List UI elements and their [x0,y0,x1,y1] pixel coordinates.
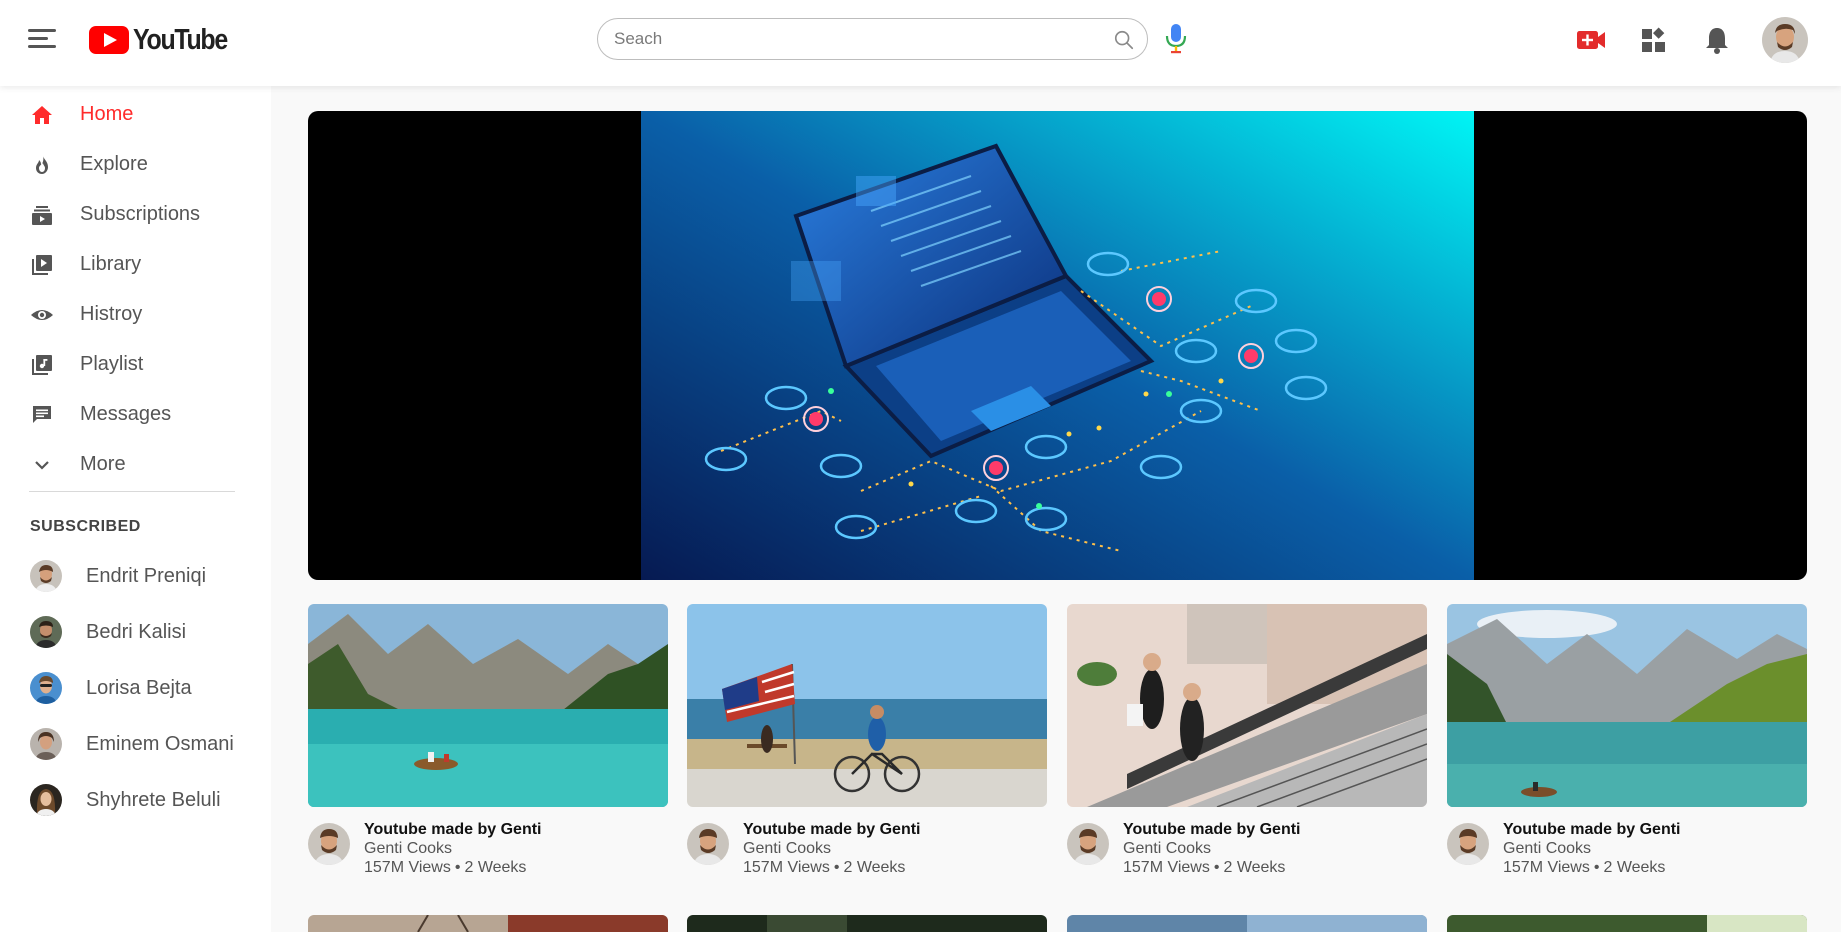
chat-icon [33,406,51,423]
apps-icon[interactable] [1638,24,1670,56]
avatar [30,672,62,704]
playlist-icon [32,355,52,375]
sidebar-item-label: Histroy [80,303,143,325]
sidebar-item-label: Explore [80,153,148,175]
subscription-item[interactable]: Bedri Kalisi [0,605,271,659]
sidebar-item-label: Home [80,103,134,125]
sidebar-item-messages[interactable]: Messages [0,390,271,440]
subscription-item[interactable]: Endrit Preniqi [0,549,271,603]
channel-name[interactable]: Genti Cooks [364,840,452,858]
channel-avatar[interactable] [1447,823,1489,865]
channel-avatar[interactable] [308,823,350,865]
avatar [30,616,62,648]
chevron-down-icon [35,461,49,470]
avatar [30,784,62,816]
video-thumbnail[interactable] [308,604,668,807]
video-meta: 157M Views • 2 Weeks [1503,859,1665,877]
video-thumbnail[interactable] [1067,915,1427,932]
logo-text: YouTube [133,23,228,56]
microphone-icon[interactable] [1163,22,1189,54]
video-meta: 157M Views • 2 Weeks [364,859,526,877]
channel-name[interactable]: Genti Cooks [1123,840,1211,858]
play-logo-icon [89,26,129,54]
sidebar-item-label: Playlist [80,353,144,375]
subscription-name: Eminem Osmani [86,733,234,755]
video-title[interactable]: Youtube made by Genti [743,821,921,839]
view-count: 157M Views [743,859,830,876]
sidebar-item-playlist[interactable]: Playlist [0,340,271,390]
upload-age: 2 Weeks [843,859,906,876]
view-count: 157M Views [1503,859,1590,876]
subscription-name: Bedri Kalisi [86,621,187,643]
user-avatar[interactable] [1762,17,1808,63]
video-thumbnail[interactable] [1447,604,1807,807]
subscription-name: Shyhrete Beluli [86,789,221,811]
sidebar-item-library[interactable]: Library [0,240,271,290]
video-thumbnail[interactable] [687,915,1047,932]
search-box [597,18,1148,60]
video-thumbnail[interactable] [308,915,668,932]
video-meta: 157M Views • 2 Weeks [1123,859,1285,877]
video-thumbnail[interactable] [1067,604,1427,807]
subscriptions-icon [32,206,52,225]
search-input[interactable] [614,28,1094,50]
channel-name[interactable]: Genti Cooks [743,840,831,858]
sidebar-item-subscriptions[interactable]: Subscriptions [0,190,271,240]
video-thumbnail[interactable] [1447,915,1807,932]
view-count: 157M Views [1123,859,1210,876]
upload-age: 2 Weeks [1223,859,1286,876]
subscription-item[interactable]: Shyhrete Beluli [0,773,271,827]
create-video-icon[interactable] [1575,24,1607,56]
upload-age: 2 Weeks [1603,859,1666,876]
meta-separator: • [1213,859,1220,876]
sidebar-item-more[interactable]: More [0,440,271,490]
home-icon [32,106,52,124]
sidebar-item-explore[interactable]: Explore [0,140,271,190]
sidebar-divider [29,491,235,492]
view-count: 157M Views [364,859,451,876]
subscribed-heading: SUBSCRIBED [30,518,141,535]
search-icon[interactable] [1113,29,1135,51]
sidebar-item-history[interactable]: Histroy [0,290,271,340]
library-icon [32,255,52,275]
sidebar-item-label: Subscriptions [80,203,201,225]
upload-age: 2 Weeks [464,859,527,876]
channel-avatar[interactable] [687,823,729,865]
eye-icon [31,310,53,320]
subscription-item[interactable]: Eminem Osmani [0,717,271,771]
sidebar-item-label: Messages [80,403,172,425]
sidebar-item-label: More [80,453,126,475]
video-title[interactable]: Youtube made by Genti [1123,821,1301,839]
sidebar: Home Explore Subscriptions Library Histr… [0,86,271,932]
featured-video-thumbnail [641,111,1474,580]
subscription-name: Lorisa Bejta [86,677,192,699]
video-title[interactable]: Youtube made by Genti [364,821,542,839]
featured-video-banner[interactable] [308,111,1807,580]
subscription-name: Endrit Preniqi [86,565,207,587]
sidebar-item-label: Library [80,253,142,275]
avatar [30,728,62,760]
menu-icon[interactable] [28,26,58,52]
video-title[interactable]: Youtube made by Genti [1503,821,1681,839]
video-meta: 157M Views • 2 Weeks [743,859,905,877]
notifications-bell-icon[interactable] [1701,24,1733,56]
channel-avatar[interactable] [1067,823,1109,865]
meta-separator: • [833,859,840,876]
youtube-logo[interactable]: YouTube [89,24,242,56]
top-header: YouTube [0,0,1841,86]
sidebar-item-home[interactable]: Home [0,90,271,140]
avatar [30,560,62,592]
meta-separator: • [454,859,461,876]
flame-icon [36,155,48,174]
channel-name[interactable]: Genti Cooks [1503,840,1591,858]
subscription-item[interactable]: Lorisa Bejta [0,661,271,715]
meta-separator: • [1593,859,1600,876]
video-thumbnail[interactable] [687,604,1047,807]
